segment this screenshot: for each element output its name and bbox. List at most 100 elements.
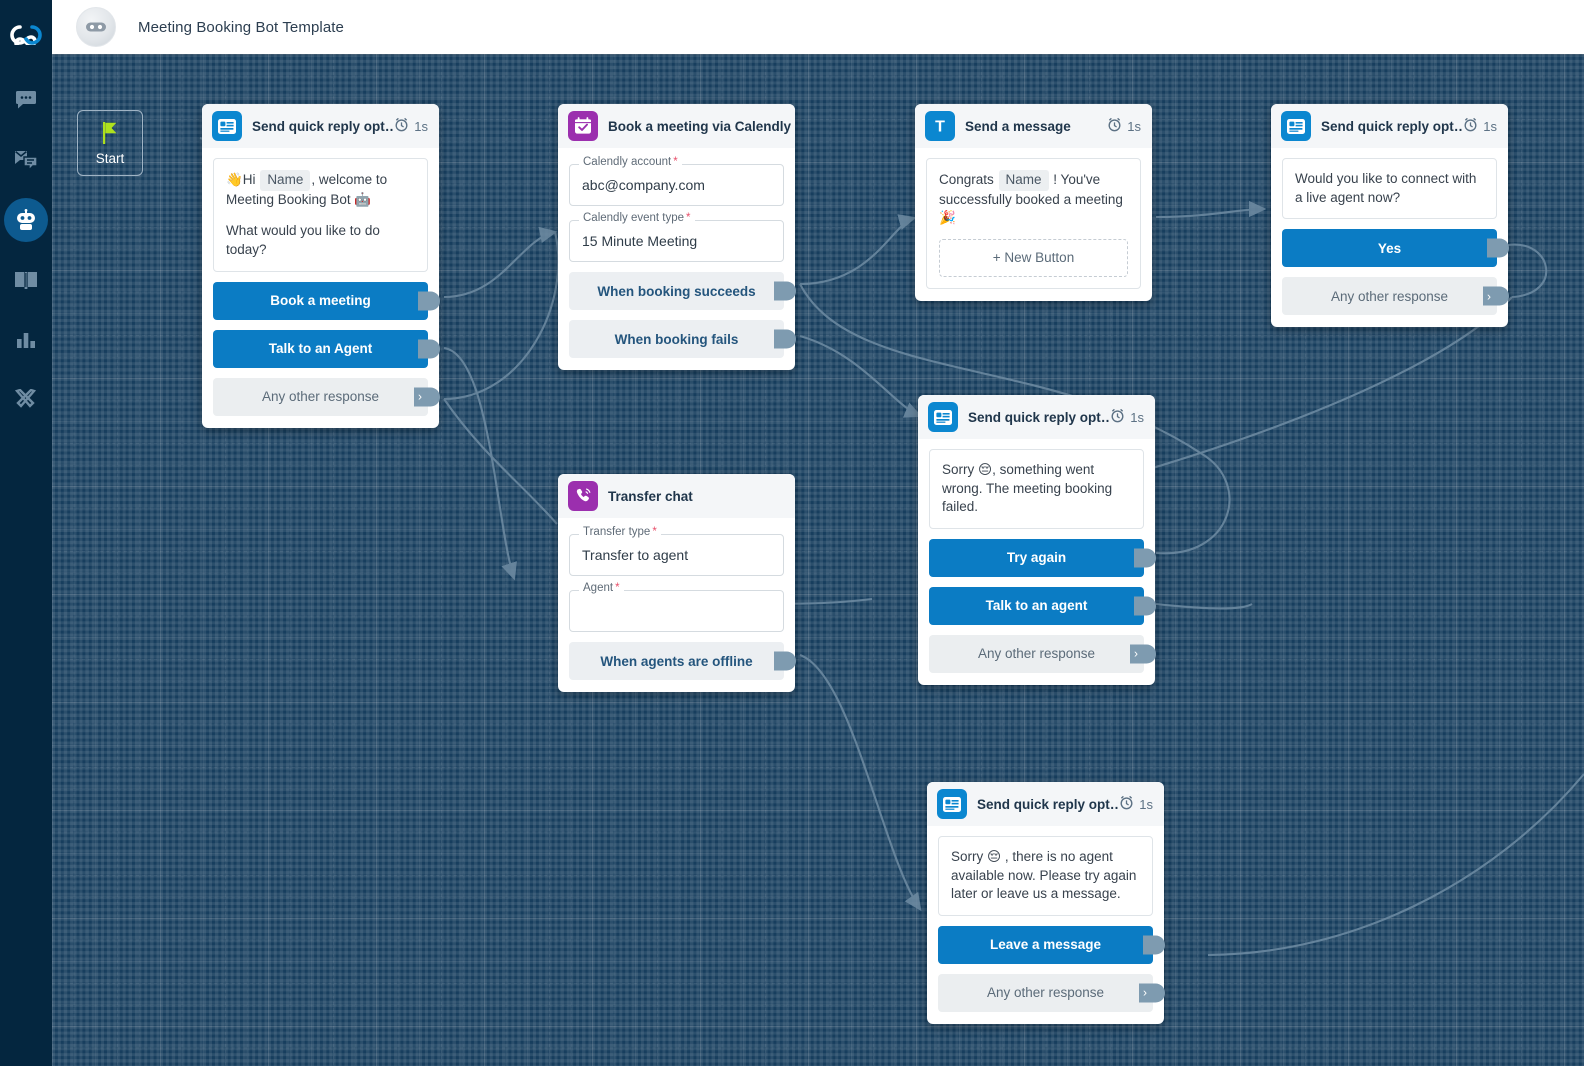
button-leave-a-message[interactable]: Leave a message bbox=[938, 925, 1165, 964]
button-when-agents-are-offline[interactable]: When agents are offline bbox=[569, 642, 796, 680]
message-box[interactable]: Sorry 😔 , there is no agent available no… bbox=[938, 836, 1153, 916]
output-port-chevron[interactable]: › bbox=[1130, 644, 1156, 664]
node-book-meeting-calendly[interactable]: Book a meeting via Calendly Calendly acc… bbox=[558, 104, 796, 370]
quick-reply-icon bbox=[212, 111, 242, 141]
output-port[interactable] bbox=[1487, 238, 1509, 258]
node-title: Book a meeting via Calendly bbox=[608, 118, 792, 134]
node-body: 👋Hi Name, welcome to Meeting Booking Bot… bbox=[202, 148, 440, 428]
message-line: What would you like to do today? bbox=[226, 223, 380, 257]
button-yes[interactable]: Yes bbox=[1282, 229, 1509, 268]
quick-reply-icon bbox=[1281, 111, 1311, 141]
message-box[interactable]: Would you like to connect with a live ag… bbox=[1282, 158, 1497, 220]
message-box[interactable]: Congrats Name ! You've successfully book… bbox=[926, 158, 1141, 289]
button-label: Any other response bbox=[261, 389, 380, 404]
sidebar-item-chat[interactable] bbox=[4, 78, 48, 122]
button-label: Try again bbox=[1006, 550, 1067, 566]
robot-icon bbox=[13, 209, 39, 231]
node-header: Send quick reply opt… 1s bbox=[918, 395, 1155, 439]
variable-chip: Name bbox=[998, 170, 1049, 191]
message-line: Sorry 😔, something went wrong. The meeti… bbox=[942, 462, 1113, 515]
node-send-a-message[interactable]: T Send a message 1s Congrats Name ! You'… bbox=[915, 104, 1152, 301]
output-port-chevron[interactable]: › bbox=[1139, 983, 1165, 1003]
node-delay-value: 1s bbox=[414, 118, 428, 134]
tools-icon bbox=[14, 389, 38, 411]
node-delay: 1s bbox=[1463, 117, 1497, 135]
button-talk-to-an-agent[interactable]: Talk to an agent bbox=[929, 586, 1156, 625]
button-any-other-response[interactable]: Any other response › bbox=[213, 377, 440, 416]
node-body: Calendly account * abc@company.com Calend… bbox=[558, 148, 796, 370]
left-nav-rail bbox=[0, 0, 52, 1066]
sidebar-item-chatbots[interactable] bbox=[4, 198, 48, 242]
output-port-chevron[interactable]: › bbox=[414, 387, 440, 406]
node-quick-reply-live-agent[interactable]: Send quick reply opt… 1s Would you like … bbox=[1271, 104, 1509, 328]
alarm-clock-icon bbox=[1107, 117, 1122, 135]
output-port[interactable] bbox=[418, 339, 440, 358]
node-body: Transfer type * Transfer to agent Agent * … bbox=[558, 518, 796, 692]
node-title: Send quick reply opt… bbox=[977, 796, 1120, 812]
button-any-other-response[interactable]: Any other response › bbox=[938, 973, 1165, 1012]
start-node[interactable]: Start bbox=[77, 110, 143, 176]
node-quick-reply-booking-failed[interactable]: Send quick reply opt… 1s Sorry 😔, someth… bbox=[918, 395, 1156, 685]
node-delay: 1s bbox=[1107, 117, 1141, 135]
node-delay-value: 1s bbox=[1139, 796, 1153, 812]
output-port[interactable] bbox=[1134, 596, 1156, 616]
alarm-clock-icon bbox=[394, 117, 409, 135]
message-box[interactable]: 👋Hi Name, welcome to Meeting Booking Bot… bbox=[213, 158, 428, 272]
sidebar-item-reports[interactable] bbox=[4, 318, 48, 362]
output-port[interactable] bbox=[774, 651, 796, 671]
field-calendly-account[interactable]: Calendly account * abc@company.com bbox=[569, 156, 784, 206]
output-port[interactable] bbox=[774, 329, 796, 349]
node-delay-value: 1s bbox=[1127, 118, 1141, 134]
field-label: Calendly account * bbox=[579, 156, 682, 168]
node-header: T Send a message 1s bbox=[915, 104, 1152, 148]
bot-avatar-icon[interactable] bbox=[76, 7, 116, 47]
book-icon bbox=[14, 270, 38, 290]
page-title: Meeting Booking Bot Template bbox=[138, 18, 344, 36]
sidebar-item-knowledge[interactable] bbox=[4, 258, 48, 302]
variable-chip: Name bbox=[260, 170, 311, 191]
field-calendly-event-type[interactable]: Calendly event type * 15 Minute Meeting bbox=[569, 212, 784, 262]
start-node-label: Start bbox=[95, 150, 125, 166]
node-quick-reply-no-agent[interactable]: Send quick reply opt… 1s Sorry 😔 , there… bbox=[927, 782, 1165, 1024]
node-transfer-chat[interactable]: Transfer chat Transfer type * Transfer to… bbox=[558, 474, 796, 692]
output-port[interactable] bbox=[774, 281, 796, 301]
sidebar-item-settings[interactable] bbox=[4, 378, 48, 422]
node-header: Send quick reply opt… 1s bbox=[927, 782, 1164, 826]
output-port[interactable] bbox=[1134, 548, 1156, 568]
button-talk-to-an-agent[interactable]: Talk to an Agent bbox=[213, 329, 440, 368]
top-bar: Meeting Booking Bot Template bbox=[52, 0, 1584, 54]
infinity-logo-icon[interactable] bbox=[9, 18, 43, 52]
flow-canvas[interactable]: Start Send quick reply opt… 1s 👋Hi Name,… bbox=[52, 54, 1584, 1066]
calendar-check-icon bbox=[568, 111, 598, 141]
sidebar-item-archives[interactable] bbox=[4, 138, 48, 182]
button-any-other-response[interactable]: Any other response › bbox=[929, 634, 1156, 673]
node-delay: 1s bbox=[1110, 408, 1144, 426]
bar-chart-icon bbox=[15, 330, 37, 350]
quick-reply-icon bbox=[937, 789, 967, 819]
button-when-booking-fails[interactable]: When booking fails bbox=[569, 320, 796, 358]
button-book-a-meeting[interactable]: Book a meeting bbox=[213, 281, 440, 320]
message-box[interactable]: Sorry 😔, something went wrong. The meeti… bbox=[929, 449, 1144, 529]
button-when-booking-succeeds[interactable]: When booking succeeds bbox=[569, 272, 796, 310]
button-label: Any other response bbox=[977, 646, 1096, 662]
output-port[interactable] bbox=[1143, 935, 1165, 955]
chat-bubble-icon bbox=[15, 90, 37, 110]
node-body: Sorry 😔 , there is no agent available no… bbox=[927, 826, 1165, 1024]
output-port[interactable] bbox=[418, 291, 440, 310]
alarm-clock-icon bbox=[1119, 795, 1134, 813]
node-title: Transfer chat bbox=[608, 488, 693, 504]
node-title: Send quick reply opt… bbox=[252, 118, 395, 134]
message-line: 👋Hi Name, welcome to Meeting Booking Bot… bbox=[226, 170, 388, 207]
new-button-add[interactable]: + New Button bbox=[939, 238, 1128, 277]
button-label: Any other response bbox=[1330, 288, 1449, 304]
svg-text:T: T bbox=[935, 119, 945, 135]
field-agent[interactable]: Agent * bbox=[569, 582, 784, 632]
button-try-again[interactable]: Try again bbox=[929, 538, 1156, 577]
node-quick-reply-welcome[interactable]: Send quick reply opt… 1s 👋Hi Name, welco… bbox=[202, 104, 440, 428]
field-transfer-type[interactable]: Transfer type * Transfer to agent bbox=[569, 526, 784, 576]
phone-transfer-icon bbox=[568, 481, 598, 511]
node-body: Would you like to connect with a live ag… bbox=[1271, 148, 1509, 327]
button-any-other-response[interactable]: Any other response › bbox=[1282, 277, 1509, 316]
output-port-chevron[interactable]: › bbox=[1483, 286, 1509, 306]
field-value: Transfer to agent bbox=[582, 547, 689, 563]
